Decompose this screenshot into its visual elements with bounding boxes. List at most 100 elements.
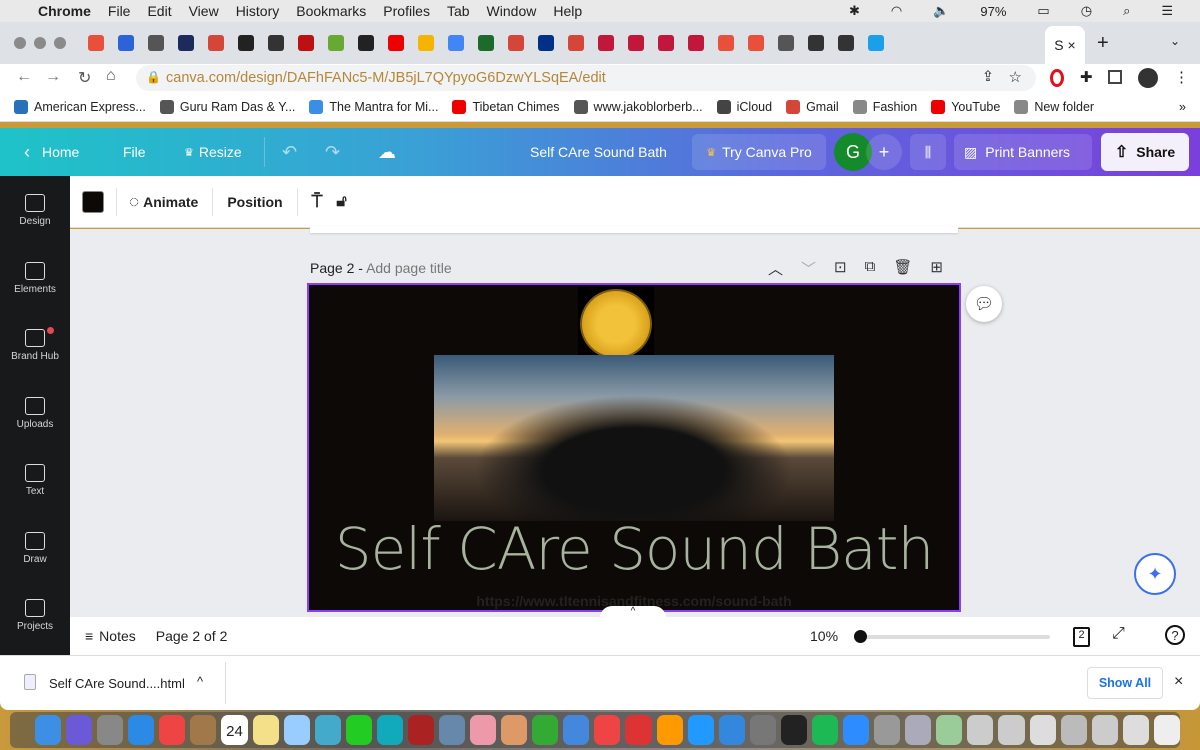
add-page-icon[interactable]: ⊞ — [930, 258, 943, 279]
design-canvas[interactable]: Self CAre Sound Bath https://www.tltenni… — [307, 283, 961, 612]
tab-favicon[interactable] — [118, 35, 134, 51]
tab-favicon[interactable] — [838, 35, 854, 51]
paint-roller-icon[interactable]: ⍑ — [312, 191, 323, 212]
try-canva-pro-button[interactable]: ♛ Try Canva Pro — [692, 134, 826, 170]
menu-bookmarks[interactable]: Bookmarks — [296, 3, 366, 19]
dock-app-icon[interactable] — [656, 715, 683, 745]
tab-favicon[interactable] — [568, 35, 584, 51]
bookmark-item[interactable]: New folder — [1014, 99, 1094, 114]
dock-app-icon[interactable] — [1029, 715, 1056, 745]
menu-window[interactable]: Window — [487, 3, 537, 19]
dock-app-icon[interactable] — [66, 715, 93, 745]
home-button[interactable]: ‹ Home — [24, 128, 79, 176]
dock-app-icon[interactable] — [376, 715, 403, 745]
redo-icon[interactable]: ↷ — [325, 128, 340, 176]
dock-app-icon[interactable] — [35, 715, 62, 745]
dock-app-icon[interactable] — [967, 715, 994, 745]
minimize-window-button[interactable] — [34, 37, 46, 49]
menu-profiles[interactable]: Profiles — [383, 3, 430, 19]
bookmark-item[interactable]: YouTube — [931, 99, 1000, 114]
dock-app-icon[interactable] — [905, 715, 932, 745]
battery-icon[interactable]: ▭ — [1037, 3, 1049, 19]
download-item[interactable]: Self CAre Sound....html — [49, 676, 185, 691]
dock-app-icon[interactable] — [252, 715, 279, 745]
control-center-icon[interactable]: ☰ — [1161, 3, 1173, 19]
tab-favicon[interactable] — [448, 35, 464, 51]
sidebar-item-brand-hub[interactable]: Brand Hub — [0, 327, 70, 362]
magic-assistant-icon[interactable]: ✦ — [1134, 553, 1176, 595]
tab-favicon[interactable] — [358, 35, 374, 51]
dock-app-icon[interactable] — [811, 715, 839, 745]
dock-app-icon[interactable] — [345, 715, 372, 745]
menu-edit[interactable]: Edit — [147, 3, 171, 19]
menu-history[interactable]: History — [236, 3, 280, 19]
tab-favicon[interactable] — [418, 35, 434, 51]
dock-app-icon[interactable] — [998, 715, 1025, 745]
invite-button[interactable]: + — [866, 134, 902, 170]
tab-favicon[interactable] — [388, 35, 404, 51]
bookmark-item[interactable]: American Express... — [14, 99, 146, 114]
file-menu-button[interactable]: File — [123, 128, 146, 176]
move-up-icon[interactable]: ︿ — [768, 258, 783, 279]
home-icon[interactable]: ⌂ — [106, 67, 116, 85]
design-title[interactable]: Self CAre Sound Bath — [530, 128, 667, 176]
dock-app-icon[interactable] — [283, 715, 310, 745]
tab-favicon[interactable] — [268, 35, 284, 51]
print-banners-button[interactable]: ▨ Print Banners — [954, 134, 1092, 170]
tab-favicon[interactable] — [178, 35, 194, 51]
tab-favicon[interactable] — [208, 35, 224, 51]
tab-favicon[interactable] — [478, 35, 494, 51]
profile-avatar[interactable] — [1138, 68, 1158, 88]
bookmark-star-icon[interactable]: ☆ — [1009, 68, 1022, 86]
show-all-button[interactable]: Show All — [1087, 667, 1163, 699]
position-button[interactable]: Position — [227, 194, 282, 210]
bookmarks-overflow-icon[interactable]: » — [1179, 100, 1186, 114]
logo[interactable] — [578, 287, 654, 363]
new-tab-button[interactable]: + — [1097, 32, 1109, 55]
dock-app-icon[interactable] — [718, 715, 745, 745]
menu-view[interactable]: View — [189, 3, 219, 19]
bookmark-item[interactable]: iCloud — [716, 99, 772, 114]
chrome-menu-icon[interactable]: ⋮ — [1174, 68, 1189, 86]
sunset-group-photo[interactable] — [434, 355, 834, 521]
page-grid-button[interactable]: 2 — [1073, 627, 1090, 647]
bookmark-item[interactable]: Gmail — [786, 99, 839, 114]
opera-icon[interactable] — [1050, 69, 1064, 87]
active-tab[interactable]: S × — [1045, 26, 1085, 64]
dock-app-icon[interactable] — [874, 715, 901, 745]
tab-favicon[interactable] — [748, 35, 764, 51]
share-page-icon[interactable]: ⇪ — [982, 69, 994, 85]
comment-icon[interactable]: 💬︎ — [966, 286, 1002, 322]
dock-app-icon[interactable] — [190, 715, 217, 745]
lock-page-icon[interactable]: ⊡ — [834, 258, 847, 279]
bookmark-item[interactable]: Fashion — [852, 99, 917, 114]
sidebar-item-elements[interactable]: Elements — [0, 262, 70, 295]
zoom-slider-handle[interactable] — [854, 630, 867, 643]
wifi-icon[interactable]: ◠ — [891, 3, 902, 19]
fullscreen-icon[interactable]: ⤢ — [1112, 625, 1125, 643]
dock-app-icon[interactable] — [1091, 715, 1118, 745]
bookmark-item[interactable]: Guru Ram Das & Y... — [159, 99, 295, 114]
dock-app-icon[interactable] — [439, 715, 466, 745]
page-count[interactable]: Page 2 of 2 — [156, 628, 228, 644]
tab-favicon[interactable] — [148, 35, 164, 51]
close-downloads-button[interactable]: × — [1174, 673, 1183, 691]
zoom-slider[interactable] — [854, 630, 1050, 643]
dock-app-icon[interactable] — [314, 715, 341, 745]
tab-favicon[interactable] — [718, 35, 734, 51]
page-title-input[interactable]: Add page title — [366, 260, 452, 276]
sidebar-item-design[interactable]: Design — [0, 194, 70, 227]
tab-search-chevron-icon[interactable]: ⌄ — [1170, 34, 1180, 48]
lock-icon[interactable]: 🔓︎ — [336, 193, 346, 211]
clock-icon[interactable]: ◷ — [1081, 3, 1092, 19]
delete-page-icon[interactable]: 🗑︎ — [893, 258, 912, 279]
url-input[interactable]: 🔒 canva.com/design/DAFhFANc5-M/JB5jL7QYp… — [136, 65, 1036, 91]
dock-app-icon[interactable] — [843, 715, 870, 745]
spotlight-icon[interactable]: ⌕ — [1123, 3, 1130, 19]
tab-favicon[interactable] — [598, 35, 614, 51]
dock-app-icon[interactable] — [97, 715, 124, 745]
forward-icon[interactable]: → — [45, 68, 61, 86]
dock-app-icon[interactable] — [128, 715, 155, 745]
bookmark-item[interactable]: www.jakoblorberb... — [573, 99, 703, 114]
tab-favicon[interactable] — [538, 35, 554, 51]
